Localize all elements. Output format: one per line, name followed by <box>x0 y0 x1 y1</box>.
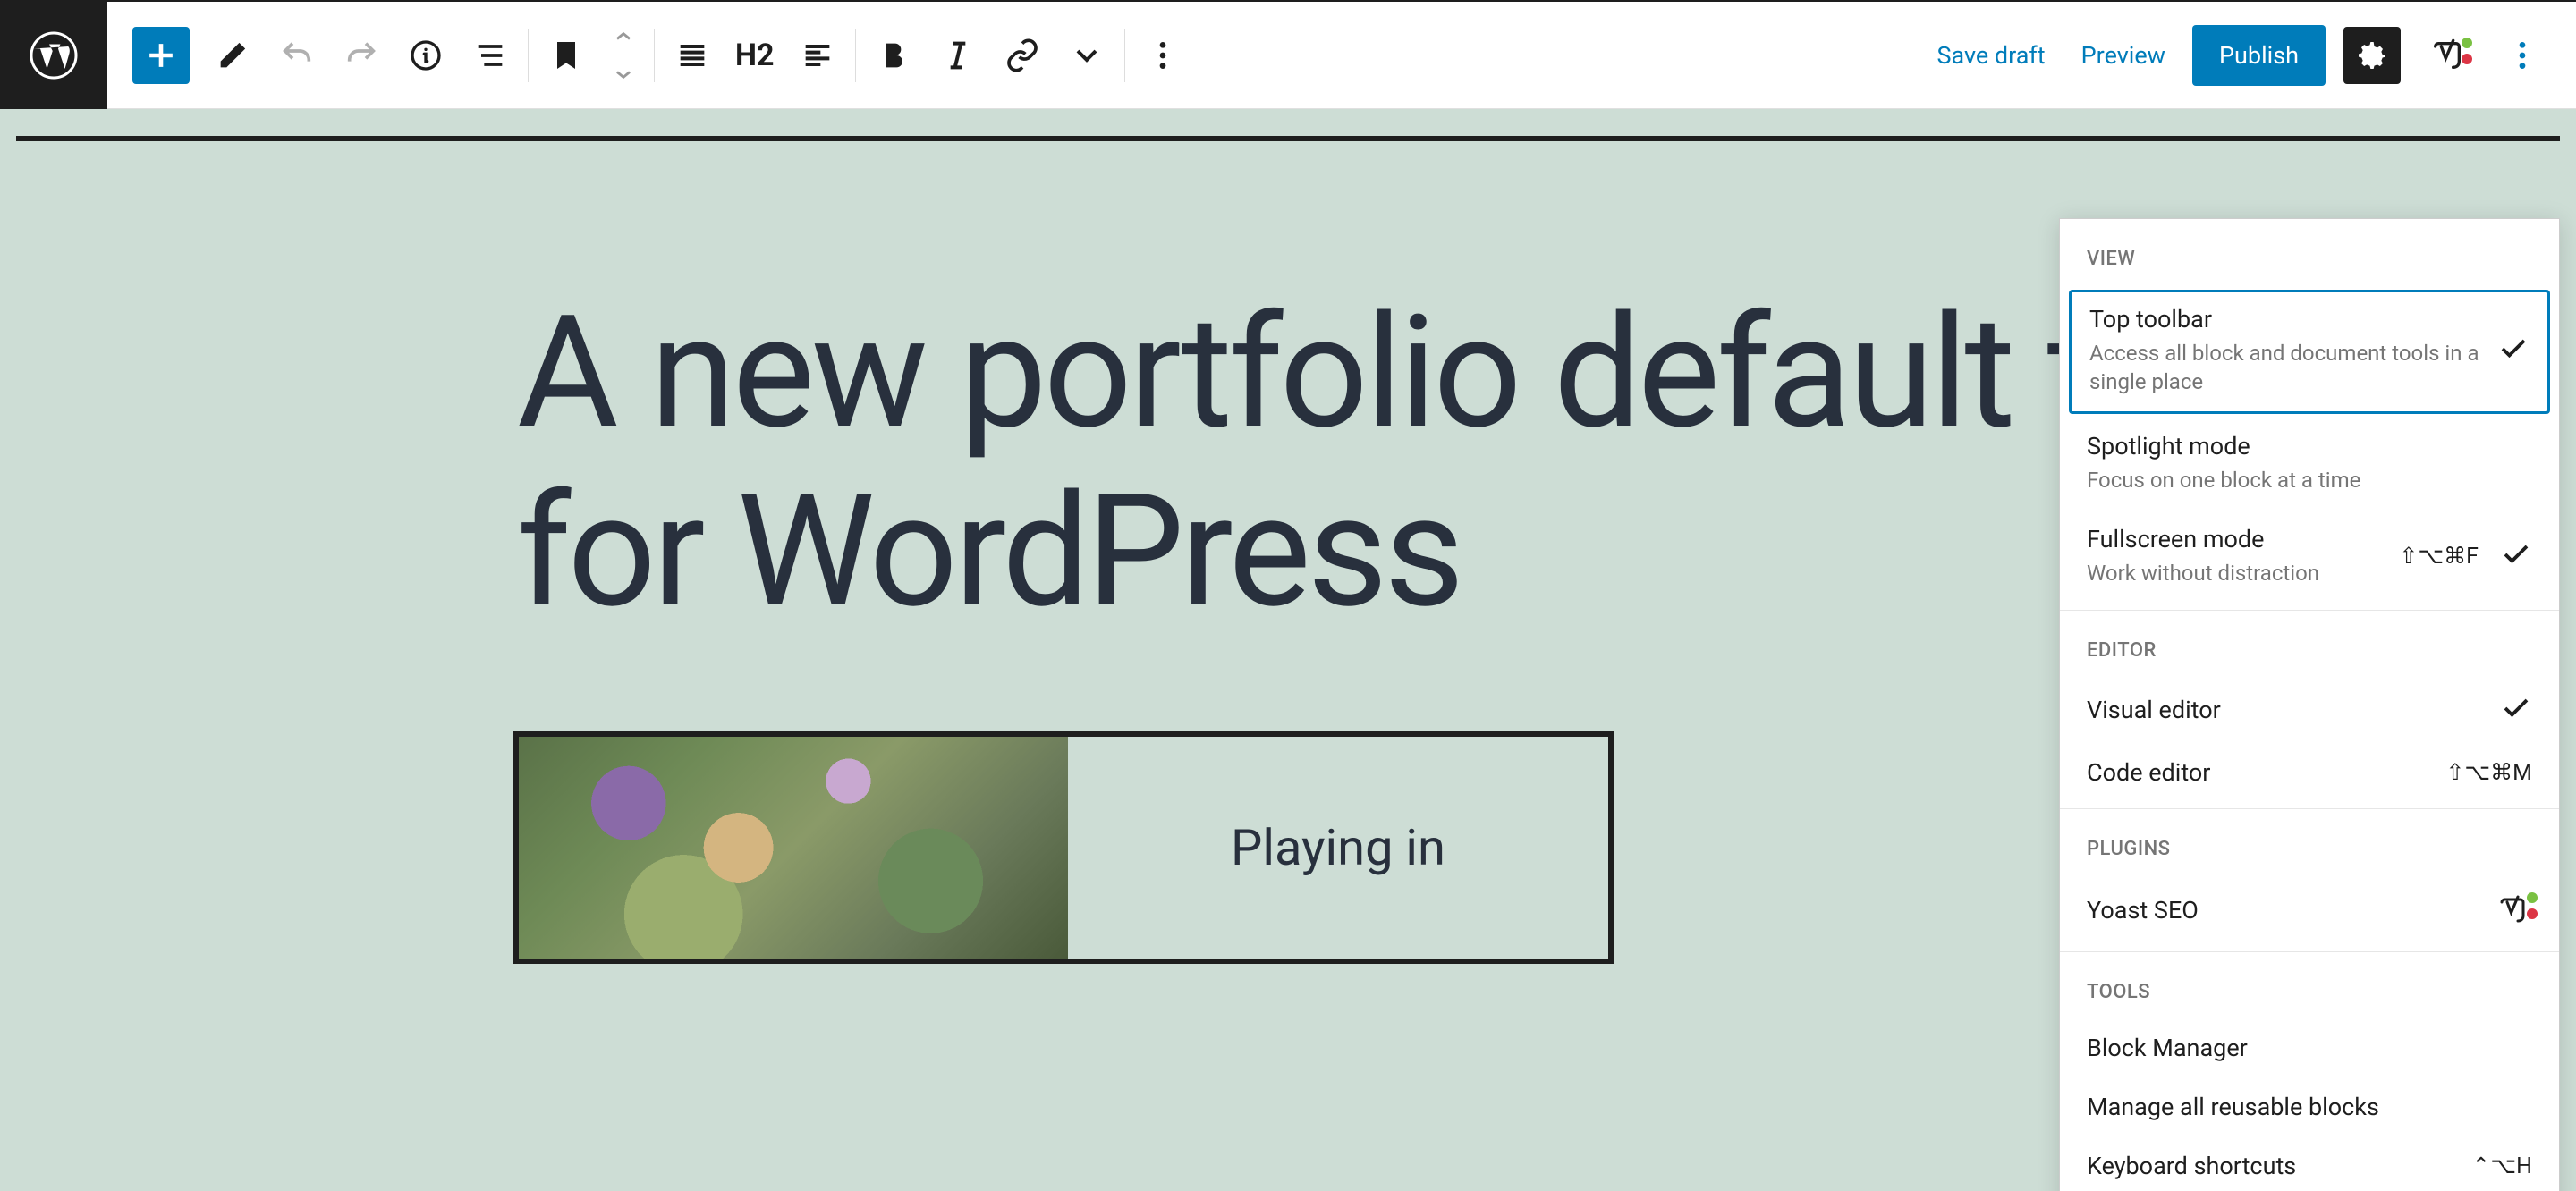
menu-item-fullscreen-mode[interactable]: Fullscreen mode Work without distraction… <box>2060 511 2559 604</box>
menu-item-title: Spotlight mode <box>2087 432 2532 460</box>
more-vertical-icon <box>2504 38 2540 73</box>
edit-tool-button[interactable] <box>200 23 265 88</box>
bold-button[interactable] <box>861 23 926 88</box>
yoast-icon <box>2428 36 2467 75</box>
menu-item-title: Code editor <box>2087 758 2210 787</box>
menu-item-visual-editor[interactable]: Visual editor <box>2060 678 2559 744</box>
menu-item-desc: Work without distraction <box>2087 559 2385 587</box>
check-icon <box>2500 538 2532 574</box>
info-button[interactable] <box>394 23 458 88</box>
dropdown-heading-editor: EDITOR <box>2060 627 2559 678</box>
align-button[interactable] <box>660 23 724 88</box>
menu-item-shortcut: ⇧⌥⌘F <box>2399 543 2479 570</box>
dropdown-heading-tools: TOOLS <box>2060 968 2559 1019</box>
dropdown-heading-view: VIEW <box>2060 235 2559 286</box>
menu-item-title: Top toolbar <box>2089 305 2483 334</box>
menu-item-manage-reusable-blocks[interactable]: Manage all reusable blocks <box>2060 1078 2559 1137</box>
media-text-block[interactable]: Playing in <box>513 731 1614 964</box>
menu-item-code-editor[interactable]: Code editor ⇧⌥⌘M <box>2060 744 2559 803</box>
menu-item-title: Yoast SEO <box>2087 896 2199 925</box>
menu-item-shortcut: ⇧⌥⌘M <box>2445 759 2532 786</box>
toolbar-divider <box>654 29 655 82</box>
italic-button[interactable] <box>926 23 990 88</box>
menu-item-top-toolbar[interactable]: Top toolbar Access all block and documen… <box>2069 290 2550 414</box>
menu-item-desc: Access all block and document tools in a… <box>2089 339 2483 397</box>
outline-button[interactable] <box>458 23 522 88</box>
menu-item-spotlight-mode[interactable]: Spotlight mode Focus on one block at a t… <box>2060 418 2559 511</box>
toolbar-divider <box>1124 29 1125 82</box>
add-block-button[interactable] <box>132 27 190 84</box>
menu-item-title: Keyboard shortcuts <box>2087 1152 2296 1180</box>
separator-block[interactable] <box>16 136 2560 141</box>
redo-button[interactable] <box>329 23 394 88</box>
chevron-down-icon[interactable] <box>611 66 636 84</box>
settings-button[interactable] <box>2343 27 2401 84</box>
check-icon <box>2497 333 2529 368</box>
chevron-up-icon[interactable] <box>611 27 636 45</box>
yoast-icon <box>2493 891 2532 930</box>
media-image[interactable] <box>519 737 1068 959</box>
yoast-button[interactable] <box>2419 27 2476 84</box>
save-draft-button[interactable]: Save draft <box>1928 30 2054 80</box>
bookmark-icon[interactable] <box>534 23 598 88</box>
heading-level-selector[interactable]: H2 <box>724 38 785 73</box>
check-icon <box>2500 692 2532 728</box>
dropdown-heading-plugins: PLUGINS <box>2060 825 2559 876</box>
media-text-content[interactable]: Playing in <box>1068 737 1608 959</box>
top-toolbar: H2 Save draft Preview <box>0 2 2576 109</box>
link-button[interactable] <box>990 23 1055 88</box>
menu-item-block-manager[interactable]: Block Manager <box>2060 1019 2559 1078</box>
preview-button[interactable]: Preview <box>2072 30 2174 80</box>
toolbar-divider <box>528 29 529 82</box>
menu-item-title: Visual editor <box>2087 696 2221 724</box>
block-more-button[interactable] <box>1131 23 1195 88</box>
menu-item-desc: Focus on one block at a time <box>2087 466 2532 494</box>
wordpress-logo[interactable] <box>0 2 107 109</box>
menu-item-yoast-seo[interactable]: Yoast SEO <box>2060 876 2559 946</box>
menu-item-keyboard-shortcuts[interactable]: Keyboard shortcuts ⌃⌥H <box>2060 1137 2559 1191</box>
gear-icon <box>2354 38 2390 73</box>
menu-item-title: Block Manager <box>2087 1034 2248 1062</box>
text-align-button[interactable] <box>785 23 850 88</box>
menu-item-title: Fullscreen mode <box>2087 525 2385 553</box>
options-dropdown: VIEW Top toolbar Access all block and do… <box>2059 218 2560 1191</box>
options-menu-button[interactable] <box>2494 27 2551 84</box>
toolbar-divider <box>855 29 856 82</box>
move-block-buttons[interactable] <box>598 23 648 88</box>
undo-button[interactable] <box>265 23 329 88</box>
publish-button[interactable]: Publish <box>2192 25 2326 86</box>
editor-canvas[interactable]: A new portfolio default theme for WordPr… <box>0 109 2576 1191</box>
menu-item-title: Manage all reusable blocks <box>2087 1093 2379 1121</box>
more-formatting-button[interactable] <box>1055 23 1119 88</box>
menu-item-shortcut: ⌃⌥H <box>2471 1153 2532 1179</box>
